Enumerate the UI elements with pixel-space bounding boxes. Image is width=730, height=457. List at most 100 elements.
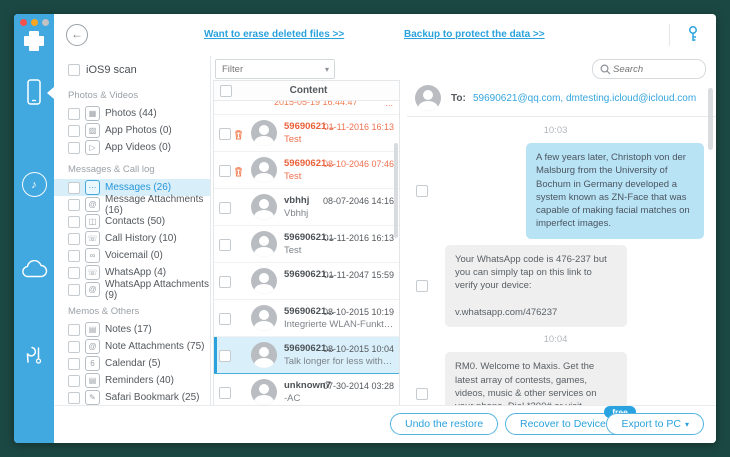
zoom-button[interactable] [42,19,49,26]
sidebar-item-app-photos[interactable]: ▨ App Photos (0) [54,122,210,139]
sidebar-item-safari-bookmark[interactable]: ✎ Safari Bookmark (25) [54,389,210,406]
search-input[interactable] [611,63,705,75]
list-row[interactable]: vbhhj 08-07-2046 14:16 Vbhhj [214,189,399,226]
sidebar-item-contacts[interactable]: ◫ Contacts (50) [54,213,210,230]
erase-deleted-files-link[interactable]: Want to erase deleted files >> [204,29,344,40]
sidebar-item-label: Notes (17) [105,324,152,335]
section-header: Memos & Others [68,306,140,317]
button-label: Recover to Device [520,418,606,430]
sidebar-item-calendar[interactable]: 6 Calendar (5) [54,355,210,372]
bubble-checkbox[interactable] [416,184,428,197]
row-checkbox[interactable] [219,128,231,140]
row-date: 2015-05-19 16:44:47 [274,101,358,107]
list-row[interactable]: 59690621... 01-11-2016 16:13 Test [214,226,399,263]
recipients[interactable]: 59690621@qq.com, dmtesting.icloud@icloud… [473,93,712,104]
sidebar-item-notes[interactable]: ▤ Notes (17) [54,321,210,338]
row-preview: Test [284,245,302,256]
conversation-header: To: 59690621@qq.com, dmtesting.icloud@ic… [407,80,716,117]
row-checkbox[interactable] [219,387,231,399]
checkbox-whatsapp[interactable] [68,266,80,279]
row-checkbox[interactable] [219,276,231,288]
avatar [251,305,277,331]
bubble-checkbox[interactable] [416,387,428,400]
key-icon [689,26,697,41]
row-preview: -AC [284,393,301,404]
thread-scrollbar-thumb[interactable] [708,88,713,150]
filter-input[interactable] [216,63,320,75]
checkbox-voicemail[interactable] [68,249,80,262]
desktop-background: { "colors":{"accent":"#2ba2dd","rail":"#… [0,0,730,457]
checkbox-message-attachments[interactable] [68,198,80,211]
call-history-icon: ☏ [85,231,100,246]
sidebar-item-label: iOS9 scan [86,64,137,76]
sidebar-item-app-videos[interactable]: ▷ App Videos (0) [54,139,210,156]
close-button[interactable] [20,19,27,26]
row-date: 01-11-2016 16:13 [323,233,394,243]
to-label: To: [451,93,466,104]
checkbox-calendar[interactable] [68,357,80,370]
row-checkbox[interactable] [219,313,231,325]
row-checkbox[interactable] [219,165,231,177]
row-checkbox[interactable] [219,239,231,251]
list-row[interactable]: 59690621... 08-10-2015 10:04 Talk longer f… [214,337,399,374]
sidebar-item-label: Message Attachments (16) [105,193,204,216]
list-row[interactable]: 59690621... 08-10-2046 07:46 Test [214,152,399,189]
minimize-button[interactable] [31,19,38,26]
select-all-checkbox[interactable] [220,84,232,97]
row-date: 08-07-2046 14:16 [322,196,394,206]
sidebar-item-note-attachments[interactable]: @ Note Attachments (75) [54,338,210,355]
app-photos-icon: ▨ [85,123,100,138]
undo-restore-button[interactable]: Undo the restore [390,413,499,435]
sidebar-item-reminders[interactable]: ▤ Reminders (40) [54,372,210,389]
export-to-pc-button[interactable]: Export to PC ▾ [606,413,704,435]
checkbox-notes[interactable] [68,323,80,336]
checkbox-app-photos[interactable] [68,124,80,137]
list-row-partial[interactable]: 2015-05-19 16:44:47 ... [214,101,399,115]
checkbox-note-attachments[interactable] [68,340,80,353]
checkbox-app-videos[interactable] [68,141,80,154]
row-date: 07-30-2014 03:28 [322,381,394,391]
rail-item-icloud[interactable] [14,260,54,279]
list-row[interactable]: 59690621... 01-11-2047 15:59 [214,263,399,300]
sidebar-item-label: App Photos (0) [105,125,172,136]
sidebar-item-label: Calendar (5) [105,358,161,369]
row-checkbox[interactable] [219,202,231,214]
rail-item-device[interactable] [14,78,54,108]
checkbox-call-history[interactable] [68,232,80,245]
register-key-button[interactable] [684,24,702,49]
checkbox-messages[interactable] [68,181,80,194]
backup-data-link[interactable]: Backup to protect the data >> [404,29,545,40]
rail-item-toolbox[interactable] [14,344,54,366]
checkbox-contacts[interactable] [68,215,80,228]
row-checkbox[interactable] [219,350,231,362]
back-button[interactable]: ← [66,24,88,46]
sidebar-item-voicemail[interactable]: ∞ Voicemail (0) [54,247,210,264]
sidebar-item-message-attachments[interactable]: @ Message Attachments (16) [54,193,210,216]
avatar [251,120,277,146]
filter-dropdown[interactable]: ▾ [215,59,335,79]
sidebar-item-ios9-scan[interactable]: iOS9 scan [54,61,210,82]
checkbox-whatsapp-attachments[interactable] [68,283,80,296]
list-row[interactable]: 59690621... 01-11-2016 16:13 Test [214,115,399,152]
checkbox-photos[interactable] [68,107,80,120]
whatsapp-attachments-icon: @ [85,282,100,297]
list-scrollbar-thumb[interactable] [394,143,398,238]
sidebar-item-whatsapp-attachments[interactable]: @ WhatsApp Attachments (9) [54,279,210,301]
checkbox-reminders[interactable] [68,374,80,387]
chevron-down-icon: ▾ [324,64,329,74]
list-row[interactable]: 59690621... 08-10-2015 10:19 Integrierte W… [214,300,399,337]
row-date: 08-10-2015 10:04 [322,344,394,354]
sidebar-item-call-history[interactable]: ☏ Call History (10) [54,230,210,247]
list-row[interactable]: unknown7 07-30-2014 03:28 -AC [214,374,399,406]
avatar [251,268,277,294]
avatar [251,231,277,257]
sidebar-item-label: Note Attachments (75) [105,341,205,352]
sidebar-item-label: Contacts (50) [105,216,166,227]
checkbox-safari-bookmark[interactable] [68,391,80,404]
rail-item-itunes[interactable]: ♪ [14,172,54,197]
sidebar-item-photos[interactable]: ▦ Photos (44) [54,105,210,122]
ios9-scan-checkbox[interactable] [68,64,80,76]
header-divider [669,24,670,46]
search-box[interactable] [592,59,706,79]
bubble-checkbox[interactable] [416,280,428,293]
